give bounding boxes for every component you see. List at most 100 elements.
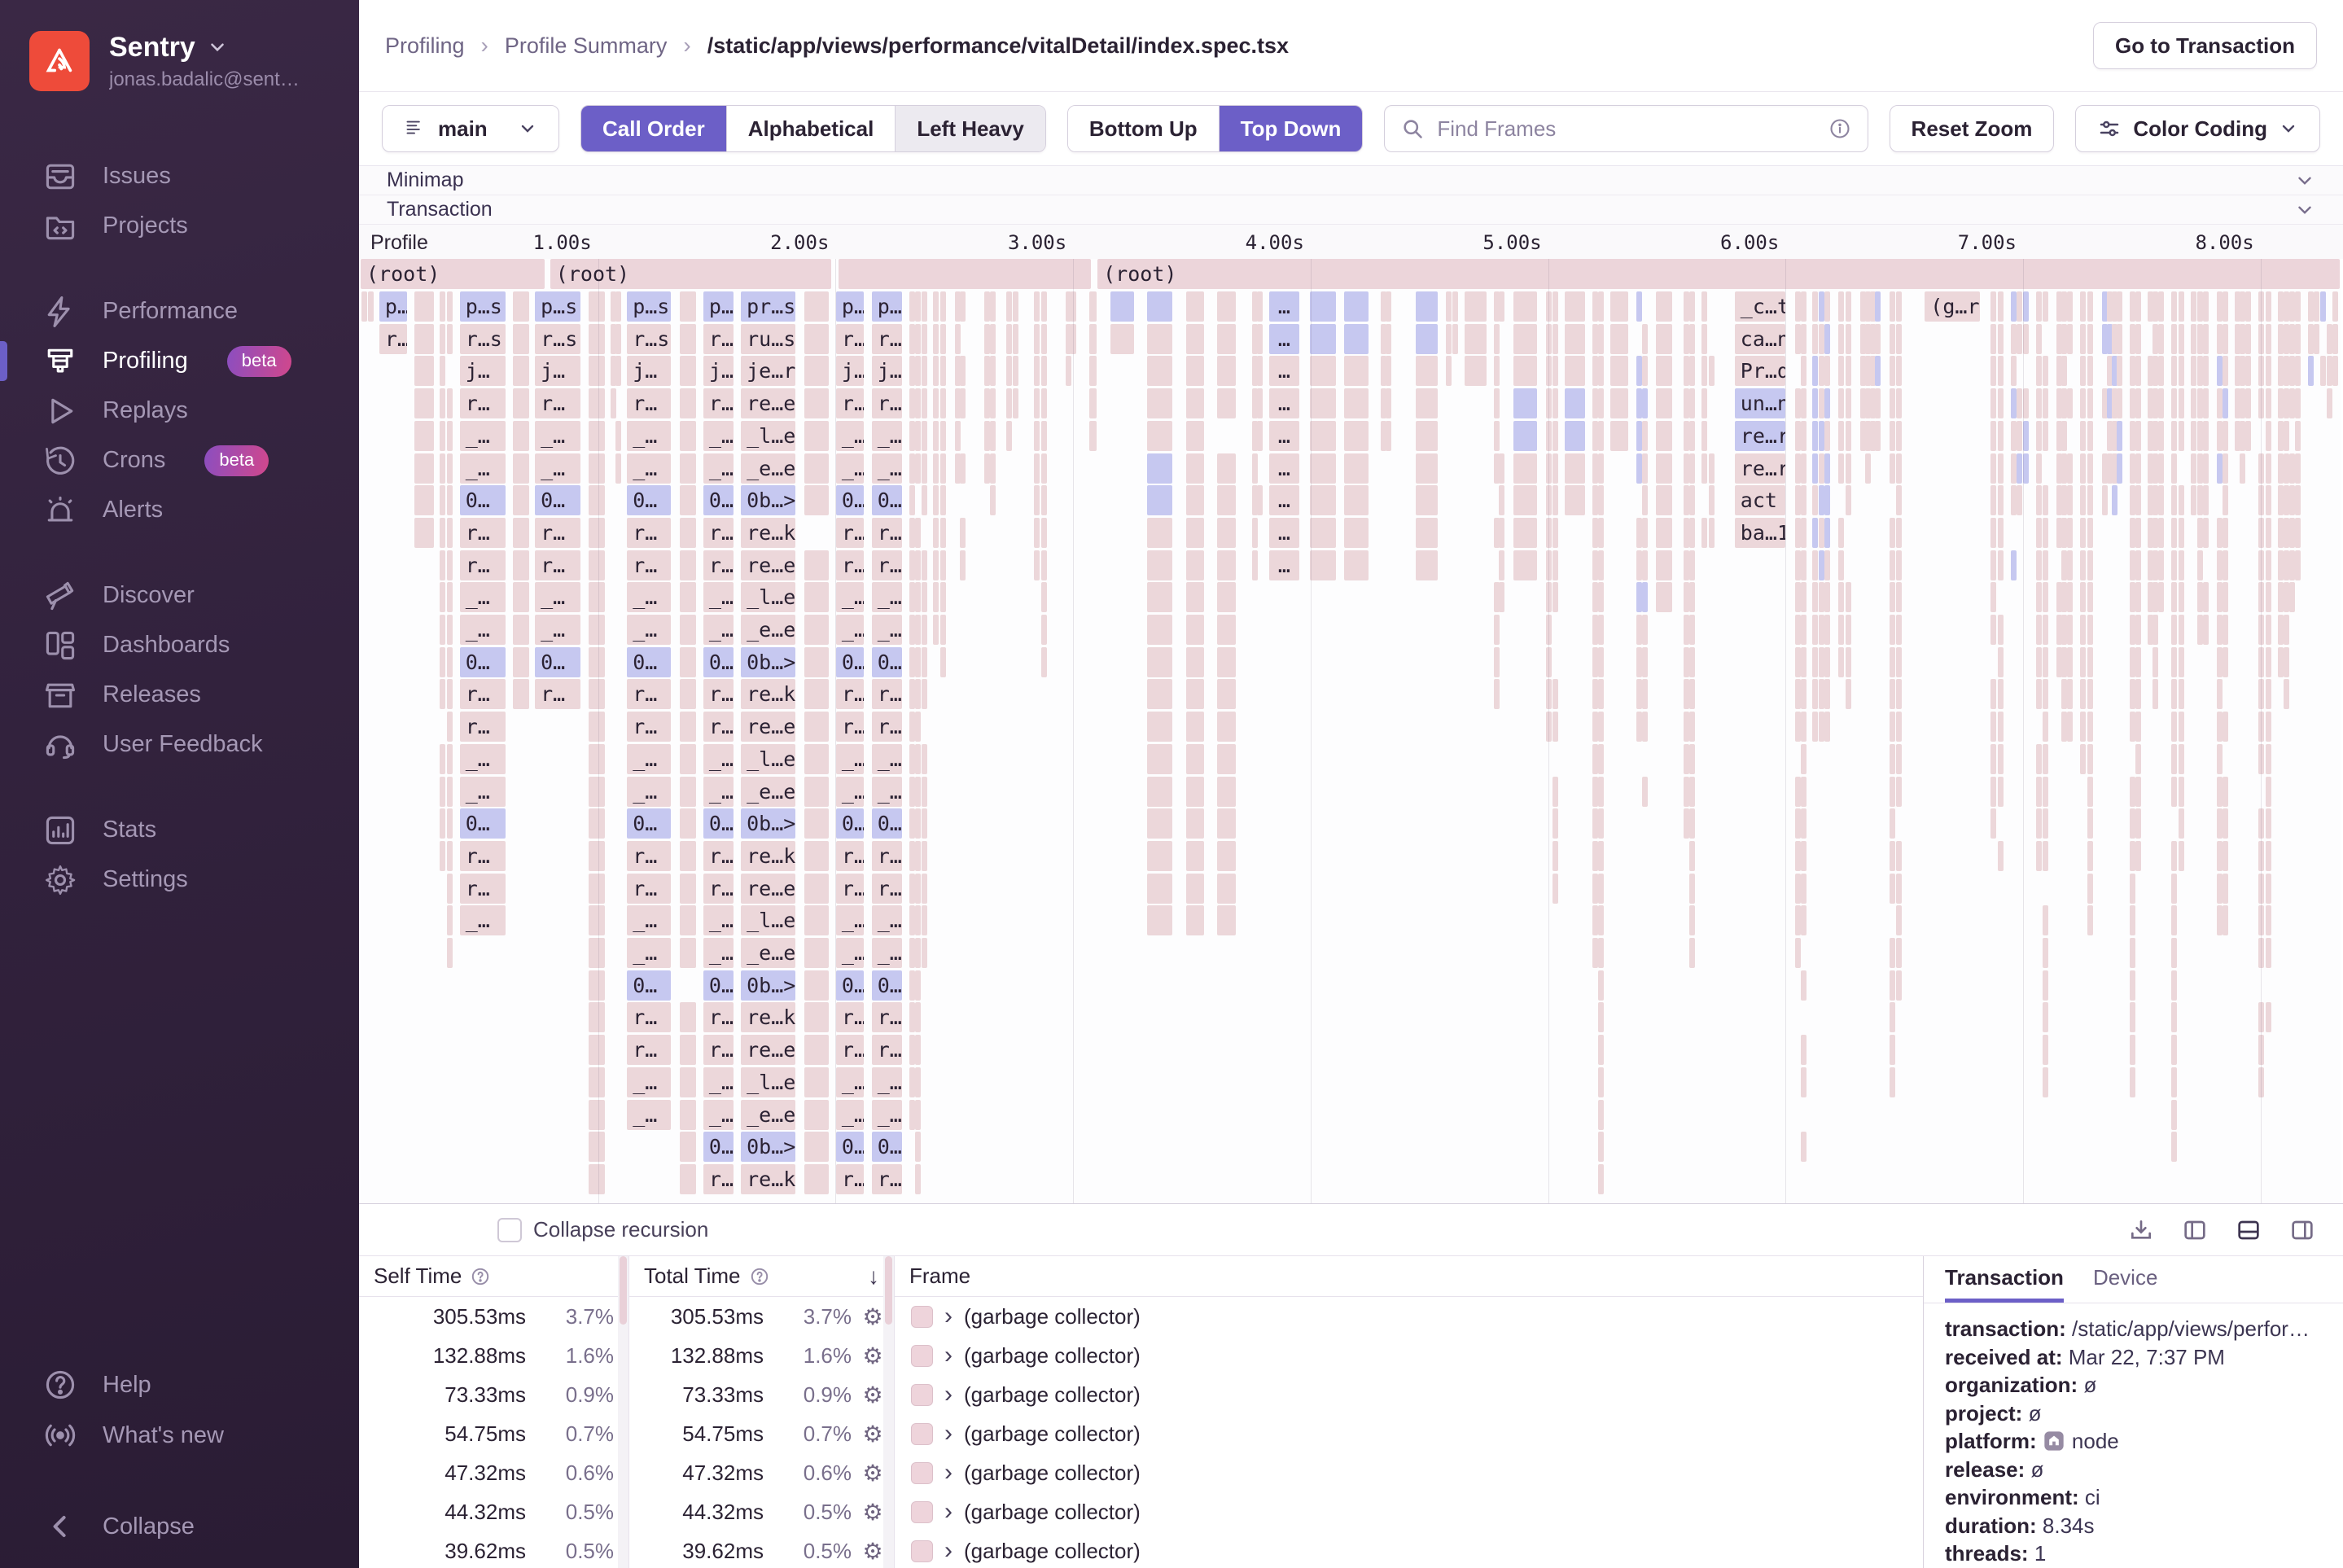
flame-cell[interactable] xyxy=(933,518,939,548)
flame-cell[interactable] xyxy=(1689,777,1695,807)
flame-cell[interactable] xyxy=(1795,518,1801,548)
table-row[interactable]: 305.53ms 3.7% 305.53ms 3.7% ⚙ › (garbage… xyxy=(359,1297,1923,1336)
flame-cell[interactable] xyxy=(589,453,605,484)
flame-cell[interactable] xyxy=(2258,324,2264,354)
flame-cell[interactable] xyxy=(2266,615,2271,645)
flame-cell[interactable] xyxy=(1824,582,1830,612)
flame-cell[interactable] xyxy=(2043,1002,2048,1032)
flame-cell[interactable] xyxy=(680,485,696,515)
flame-cell[interactable] xyxy=(1041,518,1047,548)
flame-cell[interactable] xyxy=(933,388,939,418)
flame-cell[interactable] xyxy=(2043,970,2048,1001)
flame-cell[interactable] xyxy=(1089,324,1097,354)
flame-cell[interactable] xyxy=(2171,938,2177,968)
flame-cell[interactable] xyxy=(1499,291,1504,322)
flame-cell[interactable]: r… xyxy=(836,518,865,548)
flame-cell[interactable] xyxy=(1310,291,1336,322)
flame-cell[interactable] xyxy=(2067,647,2073,677)
flame-cell[interactable] xyxy=(940,518,946,548)
flame-cell[interactable] xyxy=(1499,582,1504,612)
flame-cell[interactable] xyxy=(1186,518,1204,548)
flame-cell[interactable]: p…s xyxy=(460,291,506,322)
flame-cell[interactable] xyxy=(1890,453,1895,484)
flame-cell[interactable] xyxy=(1013,388,1018,418)
flame-cell[interactable] xyxy=(1642,615,1648,645)
flame-cell[interactable] xyxy=(1998,421,2004,451)
flame-cell[interactable] xyxy=(2158,421,2164,451)
flame-cell[interactable] xyxy=(1553,808,1558,839)
flame-cell[interactable] xyxy=(2130,388,2135,418)
flame-cell[interactable]: r…s xyxy=(460,324,506,354)
flame-cell[interactable] xyxy=(1795,777,1801,807)
flame-cell[interactable] xyxy=(1642,421,1648,451)
flame-cell[interactable] xyxy=(2017,453,2022,484)
flame-cell[interactable] xyxy=(1801,679,1807,709)
flame-cell[interactable] xyxy=(1553,388,1558,418)
flame-cell[interactable]: j… xyxy=(703,356,734,386)
flame-cell[interactable] xyxy=(2284,356,2289,386)
flame-cell[interactable] xyxy=(2043,1035,2048,1065)
flame-cell[interactable] xyxy=(1598,1164,1604,1194)
flame-cell[interactable] xyxy=(2295,453,2301,484)
flame-cell[interactable] xyxy=(1824,324,1830,354)
flame-cell[interactable] xyxy=(804,485,829,515)
flame-cell[interactable] xyxy=(1795,905,1801,935)
flame-cell[interactable] xyxy=(513,582,529,612)
flame-cell[interactable] xyxy=(2223,421,2228,451)
flame-cell[interactable]: _… xyxy=(703,1100,734,1130)
flame-cell[interactable] xyxy=(2258,744,2264,774)
flame-cell[interactable] xyxy=(1998,615,2004,645)
flame-cell[interactable] xyxy=(1656,324,1672,354)
flame-cell[interactable] xyxy=(1795,421,1801,451)
flame-cell[interactable] xyxy=(1819,453,1824,484)
flame-cell[interactable] xyxy=(1801,1067,1807,1097)
flame-cell[interactable] xyxy=(990,453,996,484)
flame-cell[interactable] xyxy=(2197,518,2203,548)
flame-cell[interactable]: r… xyxy=(535,388,580,418)
flame-cell[interactable] xyxy=(1446,356,1452,386)
flame-cell[interactable] xyxy=(2043,356,2048,386)
flame-cell[interactable] xyxy=(2179,615,2184,645)
flame-cell[interactable]: … xyxy=(1269,485,1299,515)
flame-cell[interactable]: 0… xyxy=(703,808,734,839)
flame-cell[interactable] xyxy=(1896,550,1902,580)
flame-cell[interactable] xyxy=(1217,518,1235,548)
flame-cell[interactable] xyxy=(922,421,927,451)
flame-cell[interactable] xyxy=(933,324,939,354)
flame-cell[interactable] xyxy=(2217,712,2223,742)
flame-cell[interactable] xyxy=(1546,582,1552,612)
flame-cell[interactable] xyxy=(909,647,915,677)
flame-cell[interactable] xyxy=(1494,324,1500,354)
gear-icon[interactable]: ⚙ xyxy=(852,1342,894,1369)
flame-cell[interactable] xyxy=(1824,550,1830,580)
flame-cell[interactable] xyxy=(1896,841,1902,871)
flame-cell[interactable] xyxy=(1636,388,1642,418)
flame-cell[interactable] xyxy=(1147,647,1172,677)
flame-cell[interactable] xyxy=(440,841,445,871)
flame-cell[interactable] xyxy=(2043,582,2048,612)
flame-cell[interactable] xyxy=(2289,485,2295,515)
flame-cell[interactable] xyxy=(2179,841,2184,871)
flame-cell[interactable] xyxy=(2171,647,2177,677)
flame-cell[interactable] xyxy=(1812,324,1818,354)
flame-cell[interactable] xyxy=(909,712,915,742)
flame-cell[interactable] xyxy=(2036,388,2042,418)
flame-cell[interactable]: 0… xyxy=(872,970,902,1001)
flame-cell[interactable] xyxy=(804,712,829,742)
flame-cell[interactable] xyxy=(2036,841,2042,871)
flame-cell[interactable] xyxy=(1013,324,1018,354)
flame-cell[interactable] xyxy=(804,582,829,612)
flame-cell[interactable] xyxy=(2171,388,2177,418)
flame-cell[interactable] xyxy=(2080,453,2086,484)
flame-cell[interactable] xyxy=(1452,324,1458,354)
flame-cell[interactable] xyxy=(1795,712,1801,742)
expand-chevron-icon[interactable]: › xyxy=(944,1537,953,1565)
flame-cell[interactable] xyxy=(1795,485,1801,515)
flame-cell[interactable] xyxy=(2284,421,2289,451)
flame-cell[interactable] xyxy=(1896,712,1902,742)
flame-cell[interactable] xyxy=(2135,808,2141,839)
flame-cell[interactable] xyxy=(1824,679,1830,709)
flame-cell[interactable]: 0b…> xyxy=(741,647,795,677)
flame-cell[interactable] xyxy=(1890,421,1895,451)
flame-cell[interactable] xyxy=(1890,356,1895,386)
